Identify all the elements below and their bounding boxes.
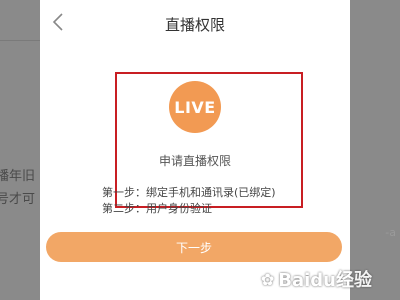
live-permission-dialog: 直播权限 LIVE 申请直播权限 第一步：绑定手机和通讯录(已绑定) 第二步：用… bbox=[40, 0, 350, 300]
step-2-text: 第二步：用户身份验证 bbox=[102, 202, 212, 215]
background-text-2: 号才可 bbox=[0, 192, 36, 207]
background-divider bbox=[0, 40, 40, 41]
watermark-text: Baidu经验 bbox=[278, 270, 372, 291]
baidu-jingyan-watermark: ✿ Baidu经验 bbox=[261, 266, 372, 292]
page-title: 直播权限 bbox=[164, 16, 225, 34]
baidu-paw-icon: ✿ bbox=[260, 269, 275, 289]
background-text-1: 播年旧 bbox=[0, 169, 36, 184]
dialog-header: 直播权限 bbox=[40, 0, 350, 48]
step-1-text: 第一步：绑定手机和通讯录(已绑定) bbox=[102, 186, 276, 199]
apply-live-permission-label: 申请直播权限 bbox=[158, 154, 231, 168]
live-badge-text: LIVE bbox=[174, 97, 216, 117]
background-text-right: -a bbox=[385, 226, 396, 239]
next-step-button[interactable]: 下一步 bbox=[46, 232, 342, 262]
live-badge-icon: LIVE bbox=[169, 81, 221, 133]
